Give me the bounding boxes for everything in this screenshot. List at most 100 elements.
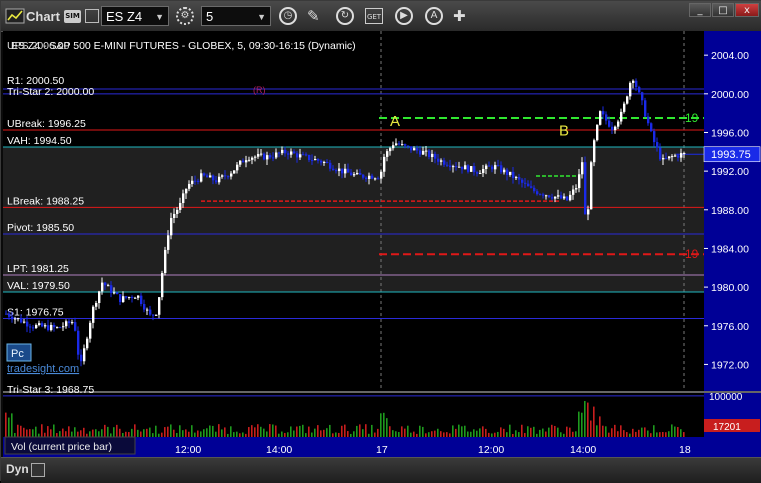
volume-bar <box>251 425 253 437</box>
volume-bar <box>50 429 52 437</box>
candle-body <box>566 196 569 201</box>
candle-body <box>479 173 482 175</box>
volume-bar <box>464 425 466 437</box>
play-icon[interactable]: ▶ <box>395 7 413 25</box>
candle-body <box>674 155 677 157</box>
maximize-button[interactable]: □ <box>712 3 734 17</box>
candle-body <box>506 169 509 175</box>
volume-bar <box>500 427 502 437</box>
candle-body <box>260 153 263 155</box>
volume-bar <box>602 425 604 437</box>
volume-bar <box>422 426 424 437</box>
candle-body <box>56 327 59 329</box>
volume-bar <box>395 431 397 437</box>
interval-value: 5 <box>206 9 214 24</box>
interval-selector[interactable]: 5 ▼ <box>201 6 271 26</box>
candle-body <box>548 195 551 198</box>
candle-body <box>671 156 674 158</box>
candle-body <box>563 196 566 199</box>
candle-body <box>305 154 308 156</box>
watermark[interactable]: tradesight.com <box>7 363 79 375</box>
volume-bar <box>440 431 442 437</box>
draw-pencil-icon[interactable]: ✎ <box>307 5 320 27</box>
candle-body <box>245 160 248 163</box>
candle-body <box>167 235 170 250</box>
candle-body <box>419 150 422 155</box>
volume-bar <box>308 426 310 437</box>
candle-body <box>272 157 275 159</box>
volume-bar <box>47 426 49 437</box>
candle-body <box>527 183 530 187</box>
link-checkbox[interactable] <box>85 9 99 23</box>
candle-body <box>605 114 608 121</box>
candle-body <box>431 153 434 158</box>
refresh-icon[interactable]: ↻ <box>336 7 354 25</box>
candle-body <box>512 171 515 178</box>
level-label: Tri-Star 3: 1968.75 <box>7 384 94 396</box>
candle-body <box>392 145 395 149</box>
zoom-icon[interactable] <box>31 463 45 477</box>
tools-icon[interactable]: ✚ <box>453 5 466 27</box>
candle-body <box>482 168 485 174</box>
volume-bar <box>611 428 613 437</box>
volume-bar <box>290 426 292 437</box>
candle-body <box>485 165 488 169</box>
get-data-icon[interactable]: GET <box>365 8 383 24</box>
candle-body <box>233 170 236 174</box>
candle-body <box>374 178 377 180</box>
volume-bar <box>95 429 97 437</box>
candle-body <box>593 140 596 163</box>
candle-body <box>590 162 593 210</box>
candle-body <box>632 80 635 83</box>
volume-bar <box>194 432 196 437</box>
price-chart[interactable]: R1: 2000.50Tri-Star 2: 2000.00UBreak: 19… <box>1 31 761 457</box>
volume-bar <box>572 431 574 437</box>
volume-bar <box>452 425 454 437</box>
volume-bar <box>590 420 592 437</box>
candle-body <box>425 150 428 152</box>
volume-bar <box>533 426 535 437</box>
volume-bar <box>503 428 505 437</box>
volume-bar <box>89 431 91 437</box>
candle-body <box>50 325 53 331</box>
minimize-button[interactable]: _ <box>689 3 711 17</box>
volume-bar <box>449 433 451 437</box>
candle-body <box>110 285 113 294</box>
volume-bar <box>428 432 430 437</box>
volume-bar <box>581 412 583 437</box>
volume-bar <box>41 424 43 437</box>
candle-body <box>335 170 338 172</box>
volume-bar <box>608 432 610 437</box>
gear-icon[interactable]: ⚙ <box>176 7 194 25</box>
volume-bar <box>74 427 76 437</box>
volume-bar <box>467 431 469 437</box>
candle-body <box>128 296 131 298</box>
time-tick-label: 17 <box>376 444 388 456</box>
price-tick-label: 2004.00 <box>711 50 749 62</box>
candle-body <box>638 87 641 93</box>
volume-bar <box>437 428 439 437</box>
candle-body <box>8 313 11 317</box>
volume-bar <box>617 431 619 437</box>
candle-body <box>476 172 479 174</box>
candle-body <box>116 292 119 295</box>
clock-icon[interactable]: ◷ <box>279 7 297 25</box>
level-label: Pivot: 1985.50 <box>7 222 74 234</box>
close-button[interactable]: x <box>735 3 759 17</box>
level-label: VAL: 1979.50 <box>7 280 70 292</box>
volume-bar <box>191 425 193 437</box>
candle-body <box>161 273 164 298</box>
volume-bar <box>68 426 70 437</box>
volume-bar <box>71 431 73 437</box>
panel-badge[interactable]: Pc <box>6 343 32 362</box>
volume-bar <box>491 433 493 437</box>
alert-icon[interactable]: A <box>425 7 443 25</box>
volume-bar <box>323 429 325 437</box>
symbol-selector[interactable]: ES Z4 ▼ <box>101 6 169 26</box>
volume-bar <box>116 424 118 437</box>
volume-bar <box>128 432 130 437</box>
candle-body <box>287 153 290 155</box>
candle-body <box>95 303 98 307</box>
candle-body <box>239 160 242 165</box>
candle-body <box>530 186 533 188</box>
